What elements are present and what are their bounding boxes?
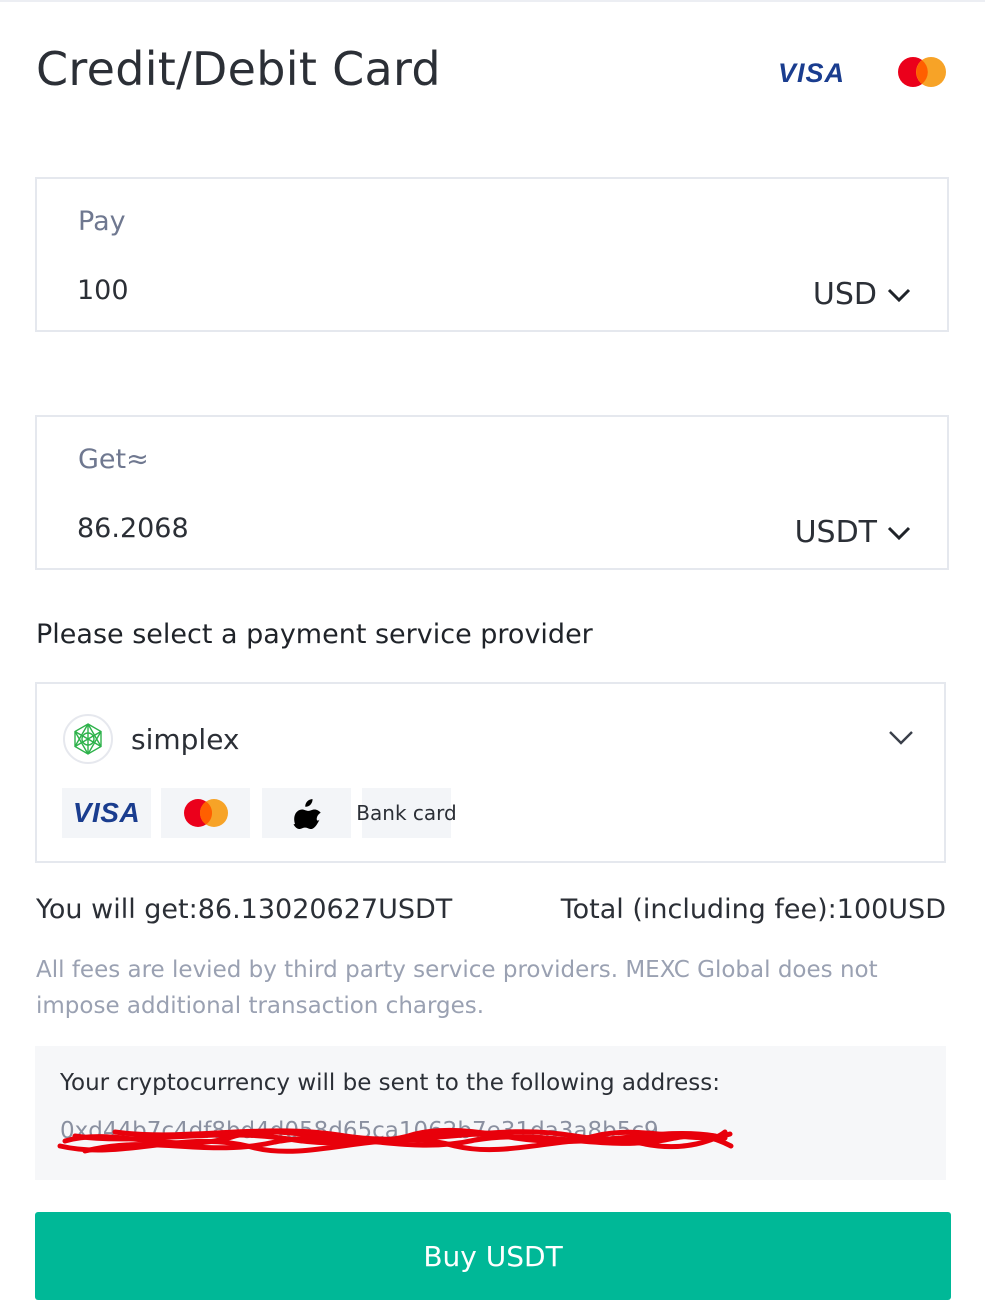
- get-currency: USDT: [794, 515, 877, 550]
- get-currency-select[interactable]: USDT: [795, 515, 911, 550]
- apple-icon: [293, 799, 321, 829]
- page-title: Credit/Debit Card: [36, 42, 441, 96]
- redaction-scribble: [57, 1127, 734, 1154]
- pay-label: Pay: [78, 206, 126, 237]
- method-mastercard: [161, 788, 250, 838]
- total-including-fee: Total (including fee):100USD: [560, 894, 946, 925]
- chevron-down-icon: [887, 288, 911, 302]
- method-apple-pay: [262, 788, 351, 838]
- address-panel: Your cryptocurrency will be sent to the …: [35, 1046, 946, 1180]
- visa-icon: VISA: [72, 797, 141, 828]
- bank-card-label: Bank card: [356, 801, 457, 825]
- fee-disclaimer: All fees are levied by third party servi…: [36, 957, 878, 1019]
- you-will-get: You will get:86.13020627USDT: [36, 894, 453, 925]
- pay-currency: USD: [812, 277, 877, 312]
- provider-select[interactable]: simplex VISA Bank card: [35, 682, 946, 863]
- top-divider: [0, 0, 985, 2]
- buy-usdt-button[interactable]: Buy USDT: [35, 1212, 951, 1300]
- visa-logo-icon: VISA: [778, 58, 846, 88]
- get-field: Get≈ USDT: [35, 415, 949, 570]
- address-label: Your cryptocurrency will be sent to the …: [60, 1070, 721, 1096]
- get-label: Get≈: [78, 444, 149, 475]
- pay-currency-select[interactable]: USD: [813, 277, 911, 312]
- mastercard-icon: [183, 799, 228, 827]
- pay-amount-input[interactable]: [77, 275, 637, 306]
- mastercard-logo-icon: [898, 57, 946, 87]
- chevron-down-icon: [887, 526, 911, 540]
- method-visa: VISA: [62, 788, 151, 838]
- get-amount-input[interactable]: [77, 513, 637, 544]
- method-bank-card: Bank card: [356, 788, 457, 838]
- simplex-logo-icon: [63, 714, 113, 764]
- provider-name: simplex: [131, 723, 240, 756]
- provider-section-title: Please select a payment service provider: [36, 619, 593, 650]
- pay-field: Pay USD: [35, 177, 949, 332]
- chevron-down-icon: [889, 731, 913, 745]
